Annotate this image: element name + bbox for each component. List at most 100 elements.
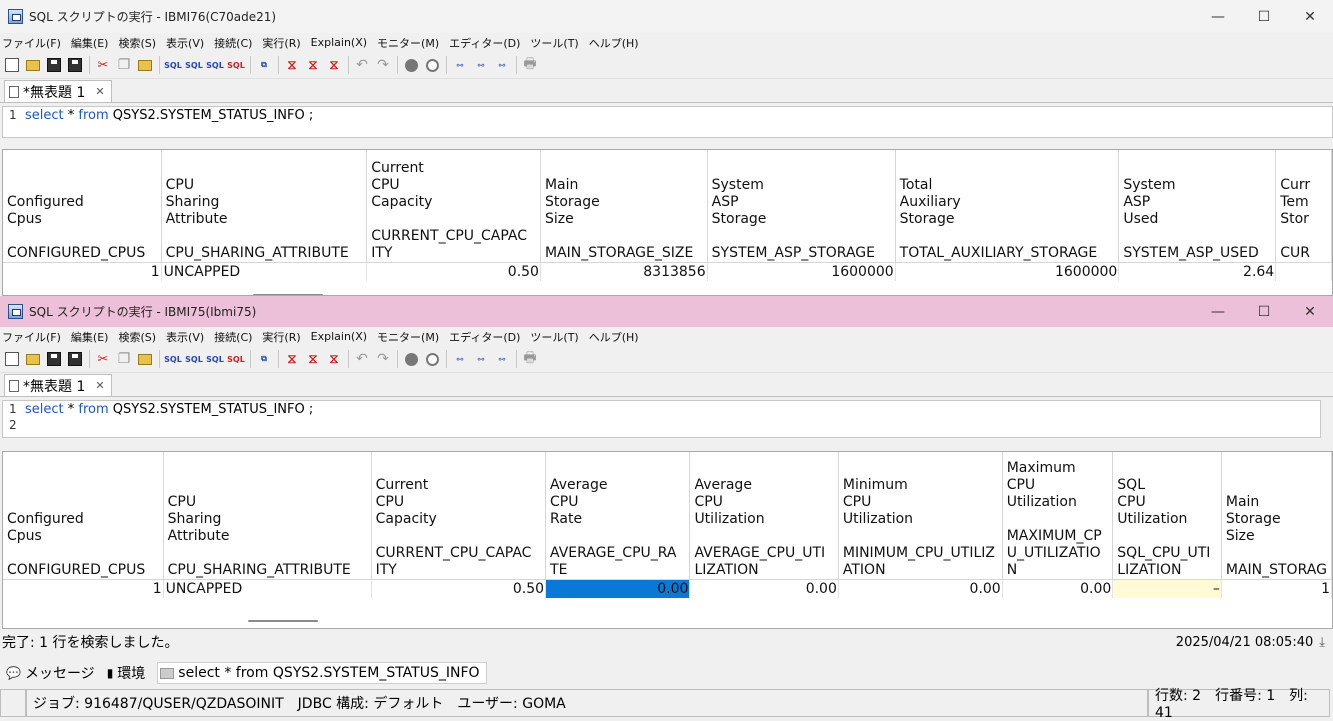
column-header-system-asp-storage[interactable]: System ASP Storage SYSTEM_ASP_STORAGE (707, 150, 896, 263)
copy-icon[interactable]: ❐ (114, 55, 134, 75)
copy-icon[interactable]: ❐ (114, 349, 134, 369)
save-as-icon[interactable] (65, 349, 85, 369)
redo-icon[interactable]: ↷ (373, 349, 393, 369)
explain-only-icon[interactable]: ⧖ (324, 349, 344, 369)
table-cell[interactable]: UNCAPPED (163, 579, 372, 598)
title-bar[interactable]: SQL スクリプトの実行 - IBMI76(C70ade21) — ☐ ✕ (0, 0, 1333, 33)
print-icon[interactable]: 🖶 (520, 349, 540, 369)
editor-line[interactable]: 2 (3, 417, 1320, 433)
table-cell-null[interactable]: – (1112, 579, 1222, 598)
menu-edit[interactable]: 編集(E) (71, 35, 109, 51)
close-tab-icon[interactable]: ✕ (95, 85, 104, 98)
maximize-button[interactable]: ☐ (1241, 297, 1287, 327)
column-header-average-cpu-rate[interactable]: Average CPU Rate AVERAGE_CPU_RA TE (545, 452, 691, 580)
save-icon[interactable] (44, 349, 64, 369)
menu-run[interactable]: 実行(R) (262, 35, 300, 51)
table-row[interactable]: 1 UNCAPPED 0.50 8313856 1600000 1600000 … (3, 262, 1332, 281)
run-from-cursor-sql-icon[interactable]: SQL (205, 349, 225, 369)
result-grid[interactable]: Configured Cpus CONFIGURED_CPUS CPU Shar… (2, 451, 1333, 629)
open-folder-icon[interactable] (23, 349, 43, 369)
minimize-button[interactable]: — (1195, 2, 1241, 32)
redo-icon[interactable]: ↷ (373, 55, 393, 75)
cancel-icon[interactable] (422, 349, 442, 369)
run-from-cursor-sql-icon[interactable]: SQL (205, 55, 225, 75)
sql-editor[interactable]: 1 select * from QSYS2.SYSTEM_STATUS_INFO… (2, 400, 1321, 438)
table-cell[interactable]: 1 (3, 579, 164, 598)
column-header-current-cpu-capacity[interactable]: Current CPU Capacity CURRENT_CPU_CAPAC I… (366, 150, 541, 263)
explain-only-icon[interactable]: ⧖ (324, 55, 344, 75)
table-cell[interactable] (1275, 262, 1332, 281)
tab-query-result[interactable]: select * from QSYS2.SYSTEM_STATUS_INFO (157, 662, 487, 684)
stop-sql-icon[interactable]: SQL (226, 55, 246, 75)
table-cell[interactable]: 0.50 (371, 579, 547, 598)
menu-explain[interactable]: Explain(X) (311, 330, 367, 343)
menu-file[interactable]: ファイル(F) (2, 329, 61, 345)
menu-tools[interactable]: ツール(T) (530, 35, 578, 51)
title-bar[interactable]: SQL スクリプトの実行 - IBMI75(Ibmi75) — ☐ ✕ (0, 296, 1333, 327)
stop-sql-icon[interactable]: SQL (226, 349, 246, 369)
table-cell[interactable]: 1 (1221, 579, 1332, 598)
editor-line[interactable]: 1 select * from QSYS2.SYSTEM_STATUS_INFO… (3, 107, 1332, 123)
explain-run-icon[interactable]: ⧖ (303, 349, 323, 369)
column-header-system-asp-used[interactable]: System ASP Used SYSTEM_ASP_USED (1118, 150, 1277, 263)
menu-run[interactable]: 実行(R) (262, 329, 300, 345)
menu-view[interactable]: 表示(V) (166, 329, 204, 345)
menu-editor[interactable]: エディター(D) (449, 35, 520, 51)
close-button[interactable]: ✕ (1287, 297, 1333, 327)
table-cell[interactable]: 8313856 (540, 262, 708, 281)
menu-explain[interactable]: Explain(X) (311, 36, 367, 49)
table-cell[interactable]: UNCAPPED (161, 262, 368, 281)
sql-editor[interactable]: 1 select * from QSYS2.SYSTEM_STATUS_INFO… (2, 106, 1333, 138)
menu-monitor[interactable]: モニター(M) (377, 35, 439, 51)
new-file-icon[interactable] (2, 55, 22, 75)
menu-search[interactable]: 検索(S) (118, 35, 156, 51)
explain-icon[interactable]: ⧖ (282, 349, 302, 369)
print-icon[interactable]: 🖶 (520, 55, 540, 75)
paste-icon[interactable] (135, 349, 155, 369)
table-cell[interactable]: 1600000 (707, 262, 896, 281)
run-all-sql-icon[interactable]: SQL (184, 55, 204, 75)
minimize-button[interactable]: — (1195, 297, 1241, 327)
save-icon[interactable] (44, 55, 64, 75)
table-cell[interactable]: 0.00 (689, 579, 839, 598)
cut-icon[interactable]: ✂ (93, 55, 113, 75)
table-cell-selected[interactable]: 0.00 (545, 579, 691, 598)
column-header-maximum-cpu-utilization[interactable]: Maximum CPU Utilization MAXIMUM_CP U_UTI… (1002, 452, 1114, 580)
menu-search[interactable]: 検索(S) (118, 329, 156, 345)
table-cell[interactable]: 0.50 (366, 262, 541, 281)
menu-help[interactable]: ヘルプ(H) (589, 35, 639, 51)
menu-view[interactable]: 表示(V) (166, 35, 204, 51)
explain-icon[interactable]: ⧖ (282, 55, 302, 75)
table-cell[interactable]: 1 (3, 262, 162, 281)
menu-edit[interactable]: 編集(E) (71, 329, 109, 345)
visual-explain-icon[interactable]: ⚯ (450, 55, 470, 75)
undo-icon[interactable]: ↶ (352, 55, 372, 75)
tab-untitled-1[interactable]: *無表題 1 ✕ (4, 374, 112, 396)
new-file-icon[interactable] (2, 349, 22, 369)
open-folder-icon[interactable] (23, 55, 43, 75)
editor-line[interactable]: 1 select * from QSYS2.SYSTEM_STATUS_INFO… (3, 401, 1320, 417)
cancel-icon[interactable] (422, 55, 442, 75)
run-all-sql-icon[interactable]: SQL (184, 349, 204, 369)
maximize-button[interactable]: ☐ (1241, 2, 1287, 32)
undo-icon[interactable]: ↶ (352, 349, 372, 369)
column-header-configured-cpus[interactable]: Configured Cpus CONFIGURED_CPUS (3, 150, 162, 263)
tab-environment[interactable]: ▮ 環境 (107, 663, 146, 683)
menu-connection[interactable]: 接続(C) (214, 35, 252, 51)
paste-icon[interactable] (135, 55, 155, 75)
run-sql-icon[interactable]: SQL (163, 55, 183, 75)
table-cell[interactable]: 0.00 (838, 579, 1003, 598)
table-cell[interactable]: 1600000 (895, 262, 1120, 281)
visual-explain-edit-icon[interactable]: ⚯ (492, 55, 512, 75)
record-icon[interactable] (401, 55, 421, 75)
visual-explain-run-icon[interactable]: ⚯ (471, 349, 491, 369)
column-header-current-cpu-capacity[interactable]: Current CPU Capacity CURRENT_CPU_CAPAC I… (371, 452, 547, 580)
column-header-sql-cpu-utilization[interactable]: SQL CPU Utilization SQL_CPU_UTI LIZATION (1112, 452, 1222, 580)
visual-explain-run-icon[interactable]: ⚯ (471, 55, 491, 75)
horizontal-scrollbar-thumb[interactable] (248, 620, 318, 622)
column-header-minimum-cpu-utilization[interactable]: Minimum CPU Utilization MINIMUM_CPU_UTIL… (838, 452, 1003, 580)
menu-monitor[interactable]: モニター(M) (377, 329, 439, 345)
menu-help[interactable]: ヘルプ(H) (589, 329, 639, 345)
menu-file[interactable]: ファイル(F) (2, 35, 61, 51)
column-header-current-temp-storage[interactable]: Curr Tem Stor CUR (1275, 150, 1332, 263)
